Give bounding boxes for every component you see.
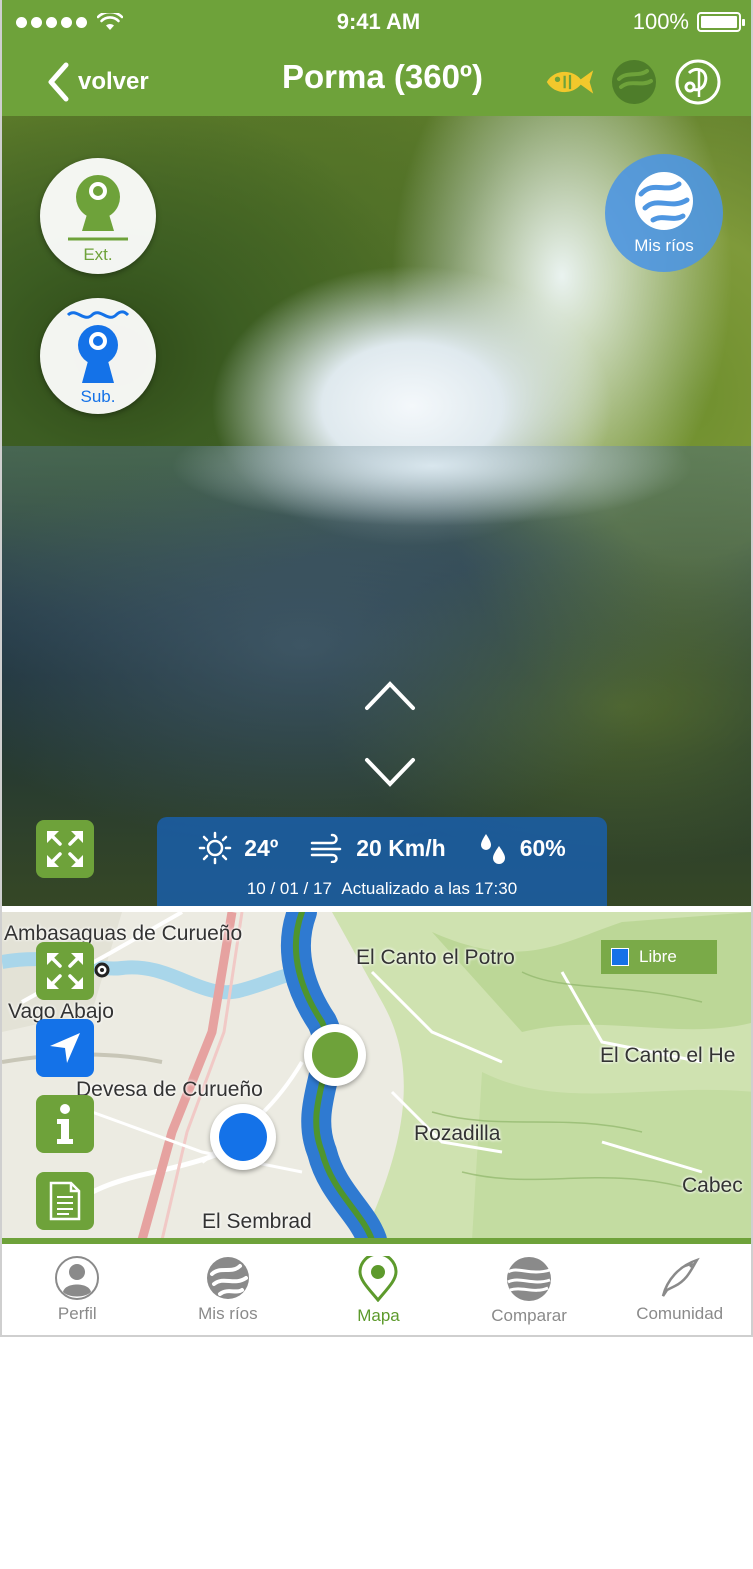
exterior-camera-label: Ext.	[83, 245, 113, 264]
humidity-icon	[480, 834, 505, 864]
temperature-value: 24º	[244, 834, 279, 861]
profile-icon	[55, 1256, 100, 1300]
humidity-value: 60%	[519, 834, 566, 861]
underwater-camera-label: Sub.	[80, 387, 116, 406]
tab-label: Mapa	[357, 1306, 400, 1325]
panorama-360-view[interactable]: Ext. Sub. Mis ríos 24º 20 Km/h 60% 10 / …	[2, 116, 751, 906]
battery-percentage: 100%	[632, 9, 689, 34]
underwater-camera-icon	[66, 310, 130, 383]
weather-panel: 24º 20 Km/h 60% 10 / 01 / 17 Actualizado…	[157, 817, 607, 906]
compare-icon	[507, 1257, 552, 1301]
map-place-label: El Sembrad	[202, 1210, 312, 1233]
tab-bar: Perfil Mis ríos Mapa Comparar Comunidad	[2, 1244, 751, 1335]
wifi-icon	[97, 13, 123, 30]
tab-label: Mis ríos	[198, 1304, 258, 1323]
my-rivers-label: Mis ríos	[634, 236, 694, 255]
river-icon	[635, 172, 693, 230]
location-arrow-icon	[50, 1033, 80, 1063]
fishing-button[interactable]	[673, 57, 723, 107]
weather-date: 10 / 01 / 17	[246, 879, 332, 898]
panorama-fullscreen-button[interactable]	[36, 820, 94, 878]
weather-updated-time: Actualizado a las 17:30	[341, 879, 518, 898]
expand-icon	[47, 831, 83, 867]
status-bar: 9:41 AM 100%	[2, 0, 751, 44]
map-place-label: El Canto el He	[600, 1044, 736, 1067]
sun-icon	[198, 831, 232, 865]
fish-community-icon	[661, 1257, 700, 1297]
legend-label: Libre	[639, 947, 677, 966]
tab-label: Perfil	[57, 1304, 97, 1323]
expand-icon	[47, 953, 83, 989]
river-map[interactable]: Ambasaguas de Curueño El Canto el Potro …	[2, 912, 751, 1240]
my-rivers-button[interactable]: Mis ríos	[605, 154, 723, 272]
camera-icon	[68, 175, 128, 241]
map-place-label: Cabec	[682, 1174, 743, 1197]
navigation-bar: volver Porma (360º)	[2, 44, 751, 116]
map-pin-icon	[358, 1256, 398, 1302]
tab-mis-rios[interactable]: Mis ríos	[153, 1244, 304, 1335]
battery-icon	[697, 12, 745, 32]
underwater-camera-button[interactable]: Sub.	[40, 298, 156, 414]
exterior-camera-button[interactable]: Ext.	[40, 158, 156, 274]
river-icon	[206, 1257, 249, 1299]
fish-icon	[546, 70, 594, 94]
tab-comunidad[interactable]: Comunidad	[604, 1244, 751, 1335]
map-place-label: Rozadilla	[414, 1122, 501, 1145]
wind-icon	[310, 833, 342, 863]
info-icon	[57, 1104, 73, 1144]
tab-perfil[interactable]: Perfil	[2, 1244, 153, 1335]
legend-swatch	[611, 948, 629, 966]
fish-filter-button[interactable]	[545, 57, 595, 107]
wind-value: 20 Km/h	[356, 834, 446, 861]
tab-label: Comparar	[491, 1306, 567, 1325]
locate-me-button[interactable]	[36, 1019, 94, 1077]
map-place-label: El Canto el Potro	[356, 946, 515, 969]
user-location-marker[interactable]	[210, 1104, 276, 1170]
page-title: Porma (360º)	[282, 58, 483, 95]
tab-mapa[interactable]: Mapa	[303, 1244, 454, 1335]
fishing-hook-icon	[675, 59, 721, 105]
report-button[interactable]	[36, 1172, 94, 1230]
back-button[interactable]: volver	[46, 60, 149, 104]
tab-label: Comunidad	[636, 1304, 724, 1323]
info-button[interactable]	[36, 1095, 94, 1153]
river-point-marker[interactable]	[304, 1024, 366, 1086]
document-icon	[49, 1181, 81, 1221]
signal-strength-icon	[16, 13, 123, 31]
map-legend: Libre	[601, 940, 717, 974]
back-label: volver	[78, 68, 149, 95]
app-screen: 9:41 AM 100% volver Porma (360º) Ext. Su…	[0, 0, 753, 1337]
chevron-down-icon[interactable]	[364, 752, 416, 792]
chevron-left-icon	[48, 62, 69, 102]
tab-comparar[interactable]: Comparar	[454, 1244, 605, 1335]
map-fullscreen-button[interactable]	[36, 942, 94, 1000]
river-view-button[interactable]	[609, 57, 659, 107]
chevron-up-icon[interactable]	[364, 678, 416, 718]
battery-indicator: 100%	[632, 9, 745, 35]
map-place-label: Devesa de Curueño	[76, 1078, 263, 1101]
river-icon	[612, 60, 656, 104]
weather-updated-text: 10 / 01 / 17 Actualizado a las 17:30	[157, 879, 607, 899]
